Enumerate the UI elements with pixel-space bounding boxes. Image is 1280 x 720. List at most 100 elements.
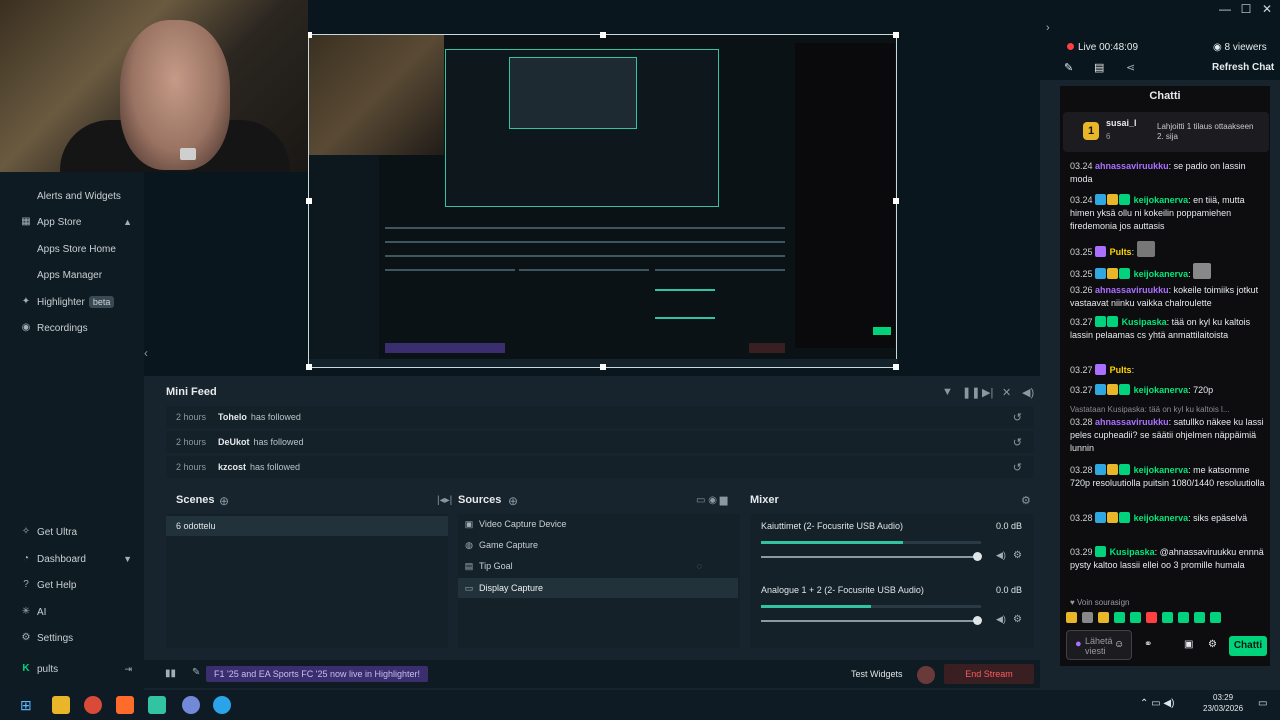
feed-row: 2 hours DeUkot has followed ↺ <box>166 431 1034 453</box>
refresh-chat-button[interactable]: Refresh Chat <box>1212 62 1274 73</box>
dashboard-icon[interactable]: ▤ <box>1094 61 1104 74</box>
replay-icon[interactable]: ↺ <box>1013 411 1022 424</box>
collapse-sidebar-icon[interactable]: ‹ <box>144 346 148 360</box>
discord-icon[interactable] <box>182 696 200 714</box>
streaming-app-icon[interactable] <box>148 696 166 714</box>
source-item[interactable]: ▭ Display Capture <box>458 578 738 598</box>
sidebar-item-alerts-widgets[interactable]: Alerts and Widgets <box>0 185 144 207</box>
mute-alerts-icon[interactable]: ✕ <box>1002 386 1011 399</box>
source-item[interactable]: ◍ Game Capture <box>458 535 738 555</box>
skip-icon[interactable]: ▶| <box>982 386 993 399</box>
channel-settings-icon[interactable]: ⚙ <box>1013 550 1022 561</box>
source-item[interactable]: ▣ Video Capture Device <box>458 514 738 534</box>
live-dot-icon <box>1067 43 1074 50</box>
edit-icon[interactable]: ✎ <box>1064 61 1073 74</box>
store-icon: ▦ <box>21 216 31 227</box>
rec-button-icon[interactable] <box>917 666 935 684</box>
sidebar-item-get-ultra[interactable]: ✧ Get Ultra <box>0 521 144 543</box>
gift-icon[interactable]: ▣ <box>1184 639 1193 650</box>
end-stream-button[interactable]: End Stream <box>944 664 1034 684</box>
chat-send-button[interactable]: Chatti <box>1229 636 1267 656</box>
sidebar-item-apps-manager[interactable]: Apps Manager <box>0 264 144 286</box>
filter-icon[interactable]: ▼ <box>942 386 953 398</box>
source-toolbar-icons[interactable]: ▭ ◉ ▆ <box>696 495 727 506</box>
edge-icon[interactable] <box>213 696 231 714</box>
news-banner[interactable]: F1 '25 and EA Sports FC '25 now live in … <box>206 666 429 682</box>
sidebar-item-apps-store-home[interactable]: Apps Store Home <box>0 238 144 260</box>
logout-icon[interactable]: ⇥ <box>124 664 132 675</box>
nested-sidebar <box>309 155 379 365</box>
sidebar-item-ai[interactable]: ✳ AI <box>0 601 144 623</box>
replay-icon[interactable]: ↺ <box>1013 461 1022 474</box>
sidebar-item-highlighter[interactable]: ✦ Highlighter beta <box>0 291 144 313</box>
notification-icon[interactable]: ▭ <box>1258 698 1267 709</box>
megaphone-icon[interactable]: ✎ <box>192 667 200 678</box>
emote-bar[interactable] <box>1066 612 1256 626</box>
chat-message: 03.25 Pults: <box>1070 241 1266 259</box>
system-tray-icons[interactable]: ⌃ ▭ ◀) <box>1140 698 1174 709</box>
chevron-down-icon: ▼ <box>123 554 132 564</box>
chat-message: 03.25 keijokanerva: <box>1070 263 1266 281</box>
platform-logo-icon: K <box>22 663 30 674</box>
pause-icon[interactable]: ❚❚ <box>962 386 980 399</box>
source-item[interactable]: ▤ Tip Goal ◌ <box>458 556 738 576</box>
nested-webcam <box>309 35 444 155</box>
file-explorer-icon[interactable] <box>52 696 70 714</box>
mute-icon[interactable]: ◀) <box>996 550 1006 561</box>
live-status: Live 00:48:09 <box>1067 42 1138 53</box>
windows-start-icon[interactable]: ⊞ <box>20 697 32 714</box>
add-scene-icon[interactable]: ⊕ <box>219 494 229 508</box>
chat-message: 03.24 keijokanerva: en tiiä, mutta himen… <box>1070 194 1245 231</box>
minimize-button[interactable]: — <box>1214 2 1236 16</box>
scenes-title: Scenes <box>176 494 215 506</box>
nested-chat <box>795 43 895 348</box>
maximize-button[interactable]: ☐ <box>1235 2 1257 16</box>
chrome-icon[interactable] <box>84 696 102 714</box>
channel-settings-icon[interactable]: ⚙ <box>1013 614 1022 625</box>
record-icon: ◉ <box>21 322 31 333</box>
replay-icon[interactable]: ↺ <box>1013 436 1022 449</box>
test-widgets-button[interactable]: Test Widgets <box>851 669 903 679</box>
stats-icon[interactable]: ▮▮ <box>165 668 176 679</box>
chevron-right-icon[interactable]: › <box>1046 22 1050 34</box>
sidebar-item-app-store[interactable]: ▦ App Store ▲ <box>0 211 144 233</box>
brave-icon[interactable] <box>116 696 134 714</box>
scene-transition-icon[interactable]: |◂▸| <box>437 495 452 506</box>
nested-inner-canvas <box>509 57 637 129</box>
link-icon[interactable]: ⚭ <box>1144 639 1152 650</box>
mixer-settings-icon[interactable]: ⚙ <box>1021 494 1031 507</box>
stream-preview-canvas[interactable] <box>306 32 899 370</box>
sidebar-item-settings[interactable]: ⚙ Settings <box>0 627 144 649</box>
sidebar-item-account[interactable]: Kpults ⇥ <box>0 658 144 680</box>
scenes-panel: 6 odottelu <box>166 514 448 648</box>
volume-slider[interactable] <box>761 552 982 561</box>
chat-message: 03.28 keijokanerva: siks epäselvä <box>1070 512 1248 523</box>
chat-settings-icon[interactable]: ⚙ <box>1208 639 1217 650</box>
close-button[interactable]: ✕ <box>1256 2 1278 16</box>
scene-item[interactable]: 6 odottelu <box>166 516 448 536</box>
emote-picker-icon[interactable]: ☺ <box>1114 639 1124 650</box>
sidebar-item-get-help[interactable]: ? Get Help <box>0 574 144 596</box>
hidden-eye-icon[interactable]: ◌ <box>697 561 702 571</box>
clock[interactable]: 03:29 23/03/2026 <box>1203 692 1243 714</box>
volume-icon[interactable]: ◀) <box>1022 386 1034 399</box>
sidebar-item-dashboard[interactable]: ◔ Dashboard ▼ <box>0 548 144 570</box>
volume-slider[interactable] <box>761 616 982 625</box>
mute-icon[interactable]: ◀) <box>996 614 1006 625</box>
chat-message: 03.27 keijokanerva: 720p <box>1070 384 1214 395</box>
ai-icon: ✳ <box>21 606 31 617</box>
microphone-icon[interactable]: ● <box>1075 638 1082 650</box>
share-icon[interactable]: ⋖ <box>1126 61 1135 74</box>
mixer-channel-name: Analogue 1 + 2 (2- Focusrite USB Audio) <box>761 585 924 595</box>
gamepad-icon: ◍ <box>465 539 473 550</box>
webcam-overlay <box>0 0 308 172</box>
add-source-icon[interactable]: ⊕ <box>508 494 518 508</box>
chat-message: 03.28 ahnassaviruukku: satullko näkee ku… <box>1070 417 1264 453</box>
minifeed-title: Mini Feed <box>166 386 217 398</box>
sidebar-item-recordings[interactable]: ◉ Recordings <box>0 317 144 339</box>
reward-label: ♥ Voin sourasign <box>1070 598 1130 607</box>
mixer-title: Mixer <box>750 494 779 506</box>
chat-message: 03.24 ahnassaviruukku: se padio on lassi… <box>1070 161 1246 184</box>
pinned-gift: 1 susai_l 6 Lahjoitti 1 tilaus ottaaksee… <box>1063 112 1269 152</box>
mixer-channel-db: 0.0 dB <box>996 521 1023 531</box>
